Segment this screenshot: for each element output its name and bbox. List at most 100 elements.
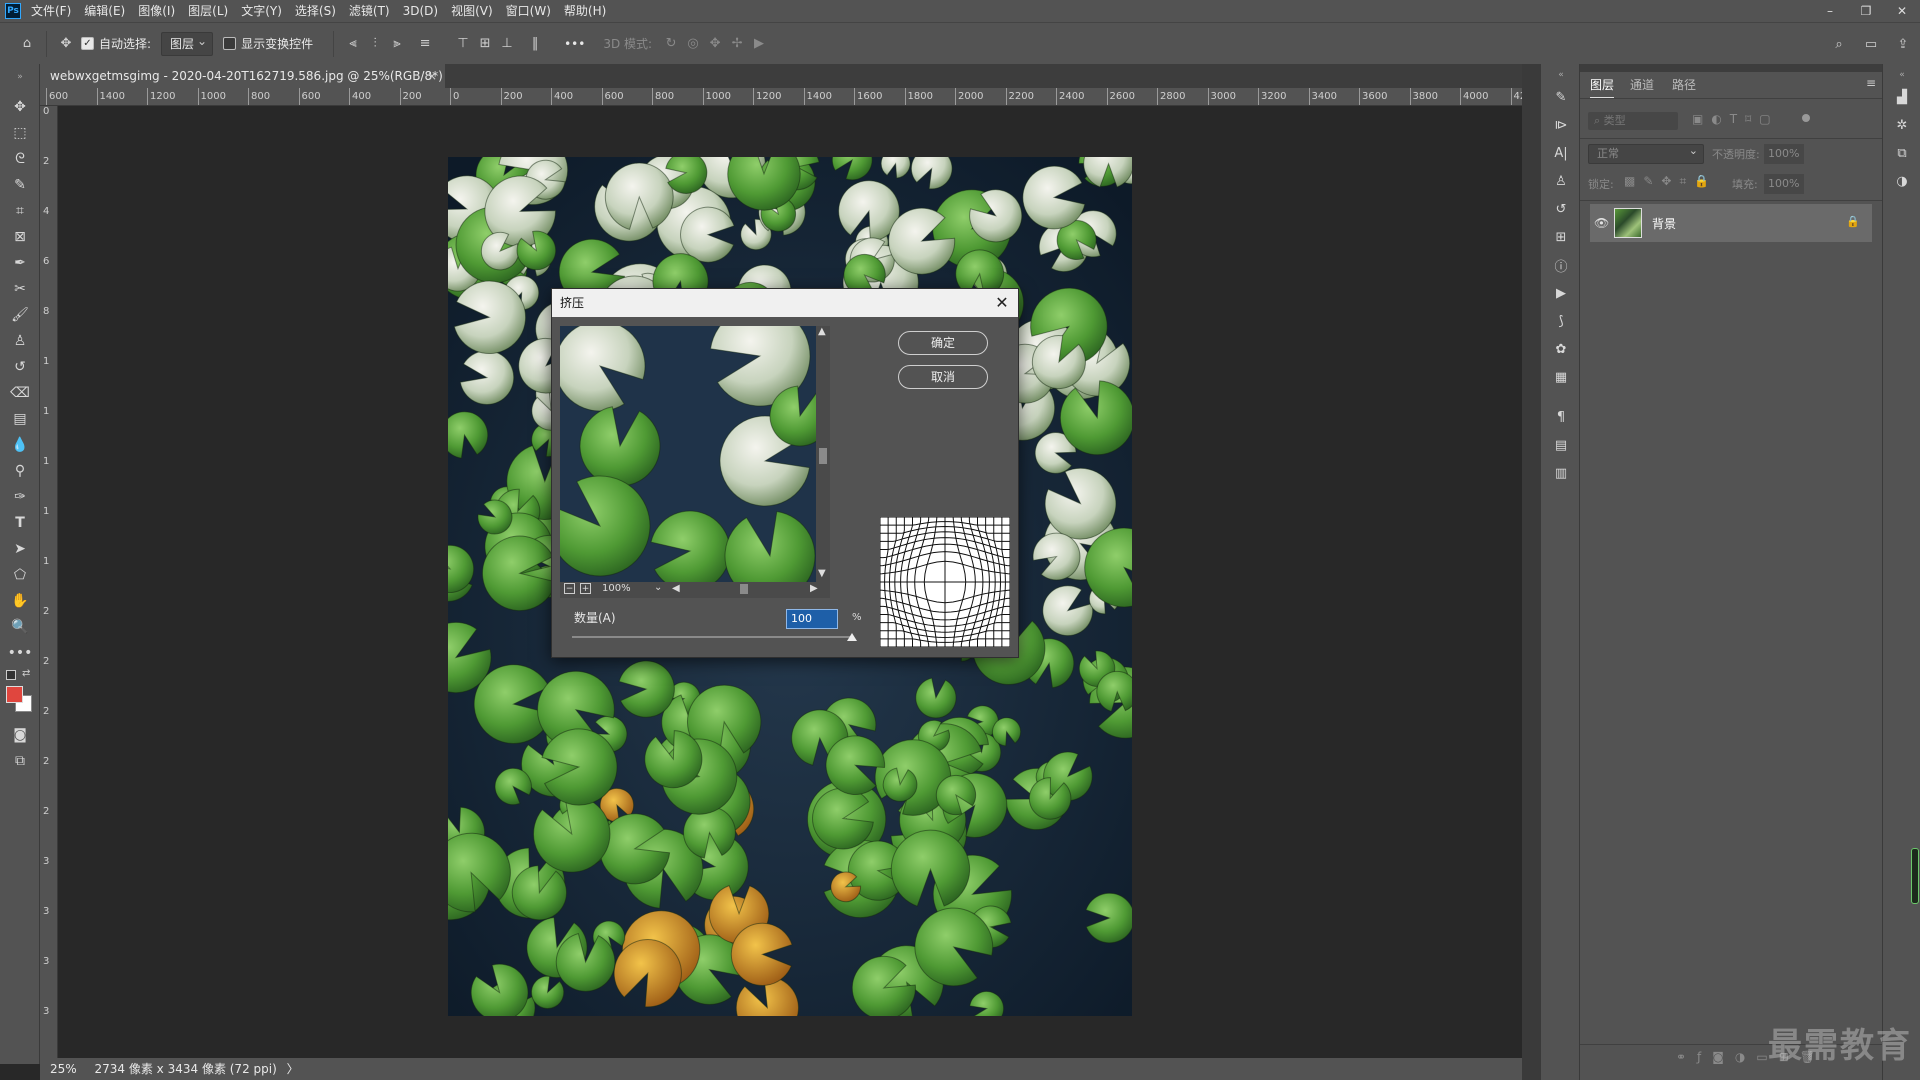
- scroll-right-icon[interactable]: ▶: [810, 583, 818, 594]
- align-top-icon[interactable]: ⊤: [452, 33, 474, 55]
- 3d-slide-icon[interactable]: ✢: [726, 33, 748, 55]
- more-options-button[interactable]: •••: [564, 37, 585, 51]
- properties-icon[interactable]: ⊞: [1550, 226, 1572, 248]
- preview-zoom-chevron-icon[interactable]: ⌄: [654, 582, 662, 593]
- character-icon[interactable]: A|: [1550, 142, 1572, 164]
- distribute-icon[interactable]: ≡: [414, 33, 436, 55]
- histogram-icon[interactable]: ▟: [1891, 86, 1913, 108]
- amount-input[interactable]: 100: [786, 609, 838, 629]
- color-icon[interactable]: ◑: [1891, 170, 1913, 192]
- quick-mask-icon[interactable]: ◙: [8, 724, 32, 746]
- show-transform-checkbox[interactable]: [223, 37, 237, 50]
- distribute-vertical-icon[interactable]: ‖: [524, 33, 546, 55]
- 3d-rotate-icon[interactable]: ↻: [660, 33, 682, 55]
- 3d-roll-icon[interactable]: ◎: [682, 33, 704, 55]
- shape-icon[interactable]: ⬠: [8, 564, 32, 586]
- amount-slider-track[interactable]: [572, 636, 852, 638]
- auto-select-target-dropdown[interactable]: 图层: [161, 30, 214, 56]
- frame-icon[interactable]: ⊠: [8, 226, 32, 248]
- close-window-button[interactable]: ✕: [1884, 0, 1920, 22]
- fill-field[interactable]: 100%: [1764, 174, 1804, 194]
- healing-icon[interactable]: ✂: [8, 278, 32, 300]
- blur-icon[interactable]: 💧: [8, 434, 32, 456]
- search-icon[interactable]: ⌕: [1828, 33, 1850, 55]
- marquee-icon[interactable]: ⬚: [8, 122, 32, 144]
- menu-type[interactable]: 文字(Y): [237, 0, 291, 22]
- brush-settings-icon[interactable]: ✎: [1550, 86, 1572, 108]
- align-left-icon[interactable]: ⫷: [342, 33, 364, 55]
- move-icon[interactable]: ✥: [8, 96, 32, 118]
- history-icon[interactable]: ↺: [1550, 198, 1572, 220]
- 3d-scale-icon[interactable]: ▶: [748, 33, 770, 55]
- scroll-up-icon[interactable]: ▲: [818, 326, 826, 337]
- type-icon[interactable]: T: [8, 512, 32, 534]
- filter-toggle-icon[interactable]: [1802, 114, 1810, 122]
- eyedropper-icon[interactable]: ✒: [8, 252, 32, 274]
- status-menu-chevron-icon[interactable]: 〉: [287, 1062, 299, 1076]
- menu-select[interactable]: 选择(S): [291, 0, 345, 22]
- amount-slider-thumb[interactable]: [847, 633, 857, 641]
- menu-help[interactable]: 帮助(H): [560, 0, 615, 22]
- 3d-pan-icon[interactable]: ✥: [704, 33, 726, 55]
- pen-icon[interactable]: ✑: [8, 486, 32, 508]
- layer-filter-dropdown[interactable]: ⌕ 类型: [1588, 112, 1678, 130]
- actions-icon[interactable]: ▶: [1550, 282, 1572, 304]
- libraries-icon[interactable]: ⧉: [1891, 142, 1913, 164]
- tab-layers[interactable]: 图层: [1590, 76, 1615, 99]
- scroll-down-icon[interactable]: ▼: [818, 568, 826, 579]
- ok-button[interactable]: 确定: [898, 331, 988, 355]
- preview-vertical-scrollbar[interactable]: ▲ ▼: [816, 326, 830, 582]
- hand-icon[interactable]: ✋: [8, 590, 32, 612]
- menu-image[interactable]: 图像(I): [134, 0, 184, 22]
- visibility-eye-icon[interactable]: 👁: [1594, 216, 1609, 230]
- home-icon[interactable]: ⌂: [16, 33, 38, 55]
- preview-zoom-value[interactable]: 100%: [602, 583, 631, 594]
- stamp-icon[interactable]: ♙: [8, 330, 32, 352]
- layer-row-background[interactable]: 👁 背景 🔒: [1590, 204, 1872, 242]
- horizontal-scroll-thumb[interactable]: [740, 584, 748, 594]
- tab-paths[interactable]: 路径: [1672, 76, 1696, 93]
- restore-button[interactable]: ❐: [1848, 0, 1884, 22]
- collapse-secondary-dock-icon[interactable]: «: [1891, 64, 1913, 86]
- brush-icon[interactable]: 🖌: [8, 304, 32, 326]
- align-bottom-icon[interactable]: ⊥: [496, 33, 518, 55]
- tab-channels[interactable]: 通道: [1630, 76, 1654, 93]
- align-center-icon[interactable]: ⫶: [364, 33, 386, 55]
- swap-colors-icon[interactable]: ⇄: [22, 668, 30, 679]
- menu-edit[interactable]: 编辑(E): [80, 0, 134, 22]
- menu-window[interactable]: 窗口(W): [502, 0, 560, 22]
- close-tab-icon[interactable]: ×: [427, 64, 437, 88]
- menu-view[interactable]: 视图(V): [447, 0, 502, 22]
- cancel-button[interactable]: 取消: [898, 365, 988, 389]
- info-icon[interactable]: ⓘ: [1550, 254, 1572, 276]
- dodge-icon[interactable]: ⚲: [8, 460, 32, 482]
- history-brush-icon[interactable]: ↺: [8, 356, 32, 378]
- zoom-level[interactable]: 25%: [50, 1062, 77, 1076]
- menu-file[interactable]: 文件(F): [27, 0, 80, 22]
- zoom-out-icon[interactable]: −: [564, 583, 575, 594]
- move-tool-preset-icon[interactable]: ✥: [55, 33, 77, 55]
- blend-mode-dropdown[interactable]: 正常: [1588, 142, 1704, 164]
- menu-layer[interactable]: 图层(L): [184, 0, 237, 22]
- layer-name[interactable]: 背景: [1652, 215, 1676, 232]
- zoom-icon[interactable]: 🔍: [8, 616, 32, 638]
- foreground-color-swatch[interactable]: [6, 686, 23, 703]
- collapse-toolbar-icon[interactable]: »: [8, 66, 32, 88]
- layer-filter-icons[interactable]: ▣◐T⌑▢: [1692, 112, 1779, 126]
- opacity-field[interactable]: 100%: [1764, 144, 1804, 164]
- collapse-dock-icon[interactable]: «: [1550, 64, 1572, 86]
- swatches-icon[interactable]: ▦: [1550, 366, 1572, 388]
- more-tools-icon[interactable]: •••: [8, 642, 33, 664]
- navigator-icon[interactable]: ✲: [1891, 114, 1913, 136]
- gradient-icon[interactable]: ▤: [8, 408, 32, 430]
- 3d-icon[interactable]: ✿: [1550, 338, 1572, 360]
- lasso-icon[interactable]: ᘓ: [8, 148, 32, 170]
- panel-menu-icon[interactable]: ≡: [1866, 76, 1876, 90]
- scroll-left-icon[interactable]: ◀: [672, 583, 680, 594]
- menu-3d[interactable]: 3D(D): [399, 0, 447, 22]
- adjustments-icon[interactable]: ⧐: [1550, 114, 1572, 136]
- document-tab[interactable]: webwxgetmsgimg - 2020-04-20T162719.586.j…: [40, 64, 445, 88]
- lock-options-icons[interactable]: ▩✎✥⌗🔒: [1624, 174, 1717, 189]
- workspace-icon[interactable]: ▭: [1860, 33, 1882, 55]
- notes-icon[interactable]: ▥: [1550, 462, 1572, 484]
